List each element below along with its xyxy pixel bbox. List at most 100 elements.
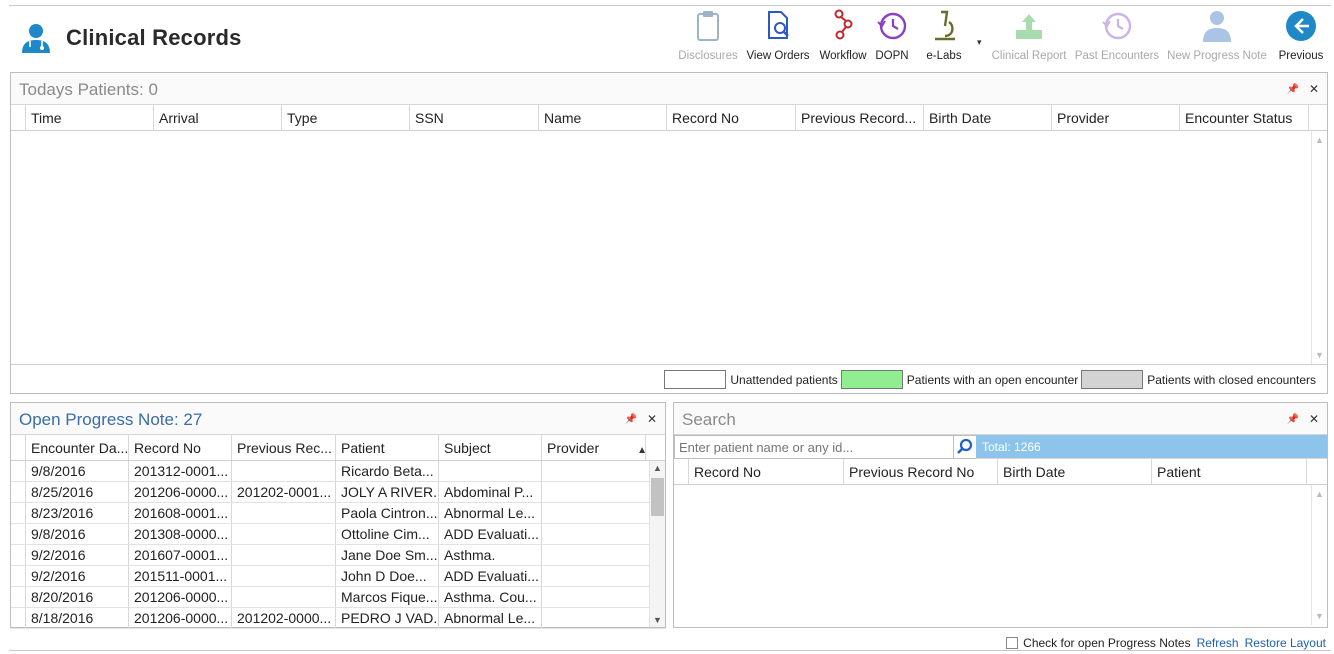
row-selector[interactable]: [11, 482, 26, 502]
column-header-provider[interactable]: Provider: [1052, 105, 1180, 130]
legend-label-open: Patients with an open encounter: [906, 372, 1079, 387]
table-row[interactable]: 8/25/2016 201206-0000... 201202-0001... JOL…: [11, 482, 665, 503]
refresh-link[interactable]: Refresh: [1197, 636, 1239, 650]
search-button[interactable]: [954, 435, 976, 459]
table-cell: 201206-0000...: [129, 608, 232, 628]
column-header-subject[interactable]: Subject: [439, 435, 542, 460]
todays-patients-title: Todays Patients: 0: [19, 80, 158, 99]
pin-icon[interactable]: 📌: [624, 414, 636, 425]
row-selector[interactable]: [11, 587, 26, 607]
scrollbar-thumb[interactable]: [651, 478, 664, 516]
previous-button[interactable]: Previous: [1276, 8, 1326, 68]
table-cell: [232, 461, 336, 481]
row-selector[interactable]: [11, 524, 26, 544]
e-labs-dropdown-icon[interactable]: ▾: [977, 37, 982, 48]
column-header-time[interactable]: Time: [26, 105, 154, 130]
column-header-previous-record[interactable]: Previous Rec...: [232, 435, 336, 460]
vertical-scrollbar[interactable]: ▲ ▼: [1311, 485, 1327, 625]
table-row[interactable]: 9/2/2016 201511-0001... John D Doe... ADD E…: [11, 566, 665, 587]
open-progress-note-title: Open Progress Note: 27: [19, 410, 203, 429]
dopn-button[interactable]: DOPN: [873, 8, 911, 68]
row-selector[interactable]: [11, 545, 26, 565]
disclosures-button[interactable]: Disclosures: [678, 8, 738, 68]
column-header-arrival[interactable]: Arrival: [154, 105, 282, 130]
new-progress-note-button[interactable]: New Progress Note: [1164, 8, 1270, 68]
patient-search-input[interactable]: [674, 435, 954, 459]
table-cell: 8/23/2016: [26, 503, 129, 523]
restore-layout-link[interactable]: Restore Layout: [1245, 636, 1326, 650]
clipboard-icon: [697, 11, 719, 41]
column-header-provider[interactable]: Provider ▲: [542, 435, 646, 460]
clinical-report-button[interactable]: Clinical Report: [989, 8, 1069, 68]
table-cell: Ricardo Beta...: [336, 461, 439, 481]
table-cell: [542, 503, 646, 523]
footer-bar: Check for open Progress Notes Refresh Re…: [1006, 636, 1326, 650]
table-row[interactable]: 8/20/2016 201206-0000... Marcos Fique... As…: [11, 587, 665, 608]
table-row[interactable]: 9/8/2016 201308-0000... Ottoline Cim... ADD…: [11, 524, 665, 545]
scroll-down-icon[interactable]: ▼: [653, 615, 662, 625]
vertical-scrollbar[interactable]: ▲ ▼: [649, 461, 665, 627]
table-cell: [232, 524, 336, 544]
table-cell: 201206-0000...: [129, 482, 232, 502]
workflow-button[interactable]: Workflow: [816, 8, 870, 68]
column-header-previous-record[interactable]: Previous Record...: [796, 105, 924, 130]
scroll-up-icon[interactable]: ▲: [653, 463, 662, 473]
row-selector[interactable]: [11, 566, 26, 586]
view-orders-button[interactable]: View Orders: [745, 8, 811, 68]
column-header-encounter-date[interactable]: Encounter Da...: [26, 435, 129, 460]
column-header-ssn[interactable]: SSN: [410, 105, 539, 130]
table-cell: Jane Doe Sm...: [336, 545, 439, 565]
column-header-name[interactable]: Name: [539, 105, 667, 130]
legend-label-closed: Patients with closed encounters: [1147, 372, 1316, 387]
close-icon[interactable]: ✕: [647, 412, 657, 426]
todays-patients-panel: Todays Patients: 0 📌 ✕ Time Arrival Type…: [10, 72, 1328, 394]
table-cell: Asthma.: [439, 545, 542, 565]
microscope-icon: [935, 10, 955, 41]
e-labs-button[interactable]: e-Labs: [922, 8, 966, 68]
column-header-birth-date[interactable]: Birth Date: [924, 105, 1052, 130]
check-open-progress-notes-checkbox[interactable]: [1006, 637, 1019, 649]
table-cell: Marcos Fique...: [336, 587, 439, 607]
pin-icon[interactable]: 📌: [1286, 84, 1298, 95]
column-header-patient[interactable]: Patient: [1152, 459, 1307, 484]
table-row[interactable]: 8/23/2016 201608-0001... Paola Cintron... A…: [11, 503, 665, 524]
table-row[interactable]: 9/2/2016 201607-0001... Jane Doe Sm... Asth…: [11, 545, 665, 566]
column-header-encounter-status[interactable]: Encounter Status: [1180, 105, 1309, 130]
open-progress-note-grid-body: 9/8/2016 201312-0001... Ricardo Beta... 8/2…: [11, 461, 665, 629]
table-row[interactable]: 8/18/2016 201206-0000... 201202-0000... PED…: [11, 608, 665, 629]
table-cell: Ottoline Cim...: [336, 524, 439, 544]
past-encounters-button[interactable]: Past Encounters: [1074, 8, 1160, 68]
search-grid-body: ▲ ▼: [674, 485, 1327, 625]
scroll-down-icon[interactable]: ▼: [1315, 611, 1324, 621]
row-selector[interactable]: [11, 503, 26, 523]
close-icon[interactable]: ✕: [1309, 82, 1319, 96]
table-cell: [542, 482, 646, 502]
row-selector[interactable]: [11, 461, 26, 481]
table-cell: Abnormal Le...: [439, 503, 542, 523]
row-selector[interactable]: [11, 608, 26, 628]
table-cell: [232, 587, 336, 607]
vertical-scrollbar[interactable]: ▲ ▼: [1311, 131, 1327, 364]
column-header-patient[interactable]: Patient: [336, 435, 439, 460]
column-header-record-no[interactable]: Record No: [689, 459, 844, 484]
close-icon[interactable]: ✕: [1309, 412, 1319, 426]
column-header-birth-date[interactable]: Birth Date: [998, 459, 1152, 484]
column-header-previous-record-no[interactable]: Previous Record No: [844, 459, 998, 484]
table-cell: 8/18/2016: [26, 608, 129, 628]
scroll-up-icon[interactable]: ▲: [1315, 135, 1324, 145]
check-open-progress-notes-label: Check for open Progress Notes: [1023, 636, 1191, 650]
scroll-down-icon[interactable]: ▼: [1315, 350, 1324, 360]
table-cell: 9/8/2016: [26, 524, 129, 544]
column-header-record-no[interactable]: Record No: [667, 105, 796, 130]
table-cell: Paola Cintron...: [336, 503, 439, 523]
panel-controls: 📌 ✕: [1286, 412, 1319, 426]
pin-icon[interactable]: 📌: [1286, 414, 1298, 425]
column-header-record-no[interactable]: Record No: [129, 435, 232, 460]
table-cell: John D Doe...: [336, 566, 439, 586]
table-cell: 201312-0001...: [129, 461, 232, 481]
scroll-up-icon[interactable]: ▲: [1315, 489, 1324, 499]
table-row[interactable]: 9/8/2016 201312-0001... Ricardo Beta...: [11, 461, 665, 482]
row-selector-header: [674, 459, 689, 484]
column-header-type[interactable]: Type: [282, 105, 410, 130]
panel-controls: 📌 ✕: [624, 412, 657, 426]
